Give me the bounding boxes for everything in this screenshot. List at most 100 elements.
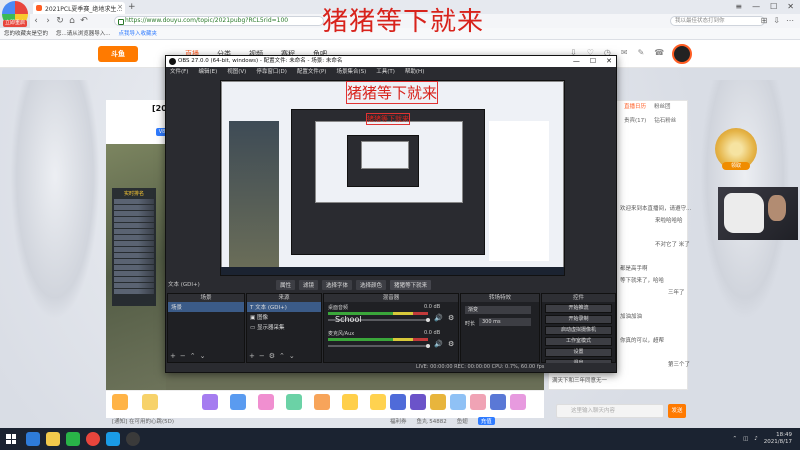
avatar[interactable]	[672, 44, 692, 64]
duration-input[interactable]: 300 ms	[479, 318, 531, 326]
gift-icon[interactable]	[510, 394, 526, 410]
volume-icon[interactable]: ♪	[754, 436, 758, 442]
url-input[interactable]: https://www.douyu.com/topic/2021pubg?RCL…	[114, 16, 324, 26]
recharge-button[interactable]: 充值	[477, 417, 495, 425]
obs-preview[interactable]: 猪猪等下就来 猪猪等下就来	[220, 80, 565, 276]
settings-button[interactable]: 设置	[545, 348, 612, 357]
tab-fans[interactable]: 粉丝团	[654, 102, 671, 110]
maximize-icon[interactable]: ☐	[770, 2, 777, 11]
gift-icon[interactable]	[286, 394, 302, 410]
scene-item[interactable]: 场景	[168, 302, 244, 312]
add-icon[interactable]: +	[249, 352, 255, 360]
menu-item[interactable]: 帮助(H)	[405, 67, 424, 77]
menu-item[interactable]: 视图(V)	[227, 67, 246, 77]
speaker-icon[interactable]: 🔊	[434, 340, 443, 348]
tab-diamond[interactable]: 钻石粉丝	[654, 116, 676, 124]
create-icon[interactable]: ✎	[638, 48, 645, 57]
search-input[interactable]: 我以最佳状态打到你	[670, 16, 765, 26]
chat-input[interactable]: 这里输入聊天内容	[556, 404, 664, 418]
menu-item[interactable]: 文件(F)	[170, 67, 188, 77]
menu-item[interactable]: 编辑(E)	[198, 67, 217, 77]
clock[interactable]: 18:49 2021/8/17	[764, 432, 792, 446]
extension-icon[interactable]: ⊞	[761, 16, 768, 25]
remove-icon[interactable]: −	[259, 352, 265, 360]
chevron-up-icon[interactable]: ⌃	[732, 436, 737, 442]
gift-icon[interactable]	[112, 394, 128, 410]
refresh-icon[interactable]: ↻	[54, 16, 66, 26]
minimize-icon[interactable]: —	[752, 2, 760, 11]
filters-button[interactable]: 滤镜	[299, 280, 319, 290]
menu-item[interactable]: 配置文件(P)	[297, 67, 327, 77]
gift-icon[interactable]	[230, 394, 246, 410]
bookmark-item[interactable]: 您...请从浏览器导入...	[56, 28, 111, 39]
gear-icon[interactable]: ⚙	[448, 314, 454, 322]
browser-tab[interactable]: 2021PCL夏季赛_绝地求生... ×	[33, 2, 125, 14]
activity-label[interactable]: 领取	[722, 162, 750, 170]
maximize-icon[interactable]: ☐	[590, 56, 596, 67]
network-icon[interactable]: ◫	[743, 436, 748, 442]
windows-start-icon[interactable]	[6, 434, 16, 444]
remove-icon[interactable]: −	[180, 352, 186, 360]
select-font-button[interactable]: 选择字体	[322, 280, 353, 290]
select-color-button[interactable]: 选择颜色	[356, 280, 387, 290]
minimize-icon[interactable]: —	[573, 56, 580, 67]
gift-icon[interactable]	[370, 394, 386, 410]
coupon-label[interactable]: 福利券	[390, 417, 407, 425]
down-icon[interactable]: ⌄	[200, 352, 206, 360]
close-window-icon[interactable]: ✕	[787, 2, 794, 11]
start-recording-button[interactable]: 开始录制	[545, 315, 612, 324]
site-logo[interactable]: 斗鱼	[98, 46, 138, 62]
tab-vip[interactable]: 贵宾(17)	[624, 116, 646, 124]
virtual-camera-button[interactable]: 启动虚拟摄像机	[545, 326, 612, 335]
properties-button[interactable]: 属性	[276, 280, 296, 290]
forward-icon[interactable]: ›	[42, 16, 54, 26]
add-icon[interactable]: +	[170, 352, 176, 360]
message-icon[interactable]: ✉	[621, 48, 628, 57]
tab-calendar[interactable]: 直播日历	[624, 102, 646, 110]
down-icon[interactable]: ⌄	[289, 352, 295, 360]
obs-icon[interactable]	[126, 432, 140, 446]
source-item[interactable]: ▣ 图像	[247, 312, 321, 322]
gear-icon[interactable]: ⚙	[269, 352, 275, 360]
text-value-field[interactable]: 猪猪等下就来	[390, 280, 432, 290]
menu-item[interactable]: 场景集合(S)	[336, 67, 366, 77]
app-icon[interactable]	[106, 432, 120, 446]
menu-icon[interactable]: ≡	[735, 2, 742, 11]
gear-icon[interactable]: ⚙	[448, 340, 454, 348]
close-icon[interactable]: ✕	[606, 56, 612, 67]
new-tab-icon[interactable]: +	[128, 2, 136, 12]
volume-knob[interactable]	[426, 344, 430, 348]
gift-icon[interactable]	[490, 394, 506, 410]
gift-icon[interactable]	[390, 394, 406, 410]
start-streaming-button[interactable]: 开始推流	[545, 304, 612, 313]
gift-icon[interactable]	[202, 394, 218, 410]
speaker-icon[interactable]: 🔊	[434, 314, 443, 322]
menu-dots-icon[interactable]: ⋯	[786, 16, 794, 25]
gift-icon[interactable]	[258, 394, 274, 410]
app-icon[interactable]	[26, 432, 40, 446]
bookmark-item[interactable]: 点我导入收藏夹	[119, 28, 158, 39]
gift-icon[interactable]	[410, 394, 426, 410]
gift-icon[interactable]	[342, 394, 358, 410]
send-button[interactable]: 发送	[668, 404, 686, 418]
source-item[interactable]: T 文本 (GDI+)	[247, 302, 321, 312]
browser-icon[interactable]	[86, 432, 100, 446]
service-icon[interactable]: ☎	[654, 48, 664, 57]
gift-icon[interactable]	[430, 394, 446, 410]
bookmark-item[interactable]: 您的收藏夹是空的	[4, 28, 48, 39]
menu-item[interactable]: 停靠窗口(D)	[256, 67, 287, 77]
volume-knob[interactable]	[426, 318, 430, 322]
menu-item[interactable]: 工具(T)	[376, 67, 395, 77]
gift-icon[interactable]	[142, 394, 158, 410]
back-icon[interactable]: ‹	[30, 16, 42, 26]
download-icon[interactable]: ⇩	[773, 16, 780, 25]
gift-icon[interactable]	[314, 394, 330, 410]
gift-icon[interactable]	[470, 394, 486, 410]
up-icon[interactable]: ⌃	[190, 352, 196, 360]
transition-select[interactable]: 渐变	[465, 306, 531, 314]
folder-icon[interactable]	[46, 432, 60, 446]
undo-icon[interactable]: ↶	[78, 16, 90, 26]
studio-mode-button[interactable]: 工作室模式	[545, 337, 612, 346]
up-icon[interactable]: ⌃	[279, 352, 285, 360]
gift-icon[interactable]	[450, 394, 466, 410]
